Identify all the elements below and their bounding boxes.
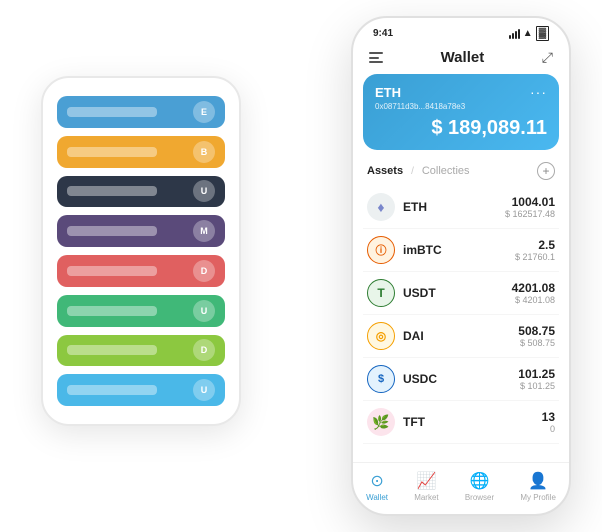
card-label	[67, 226, 157, 236]
eth-amount: 1004.01	[505, 195, 555, 209]
nav-wallet[interactable]: ⊙ Wallet	[366, 471, 388, 502]
card-icon: E	[193, 101, 215, 123]
market-nav-icon: 📈	[416, 471, 436, 491]
usdc-usd: $ 101.25	[518, 381, 555, 391]
tft-amount: 13	[542, 410, 555, 424]
card-label	[67, 147, 157, 157]
card-row[interactable]: U	[57, 295, 225, 327]
profile-nav-label: My Profile	[520, 493, 556, 502]
asset-item-tft[interactable]: 🌿 TFT 13 0	[363, 401, 559, 444]
asset-name-dai: DAI	[403, 329, 518, 343]
usdt-icon: T	[367, 279, 395, 307]
card-label	[67, 306, 157, 316]
asset-name-tft: TFT	[403, 415, 542, 429]
dai-usd: $ 508.75	[518, 338, 555, 348]
background-phone: E B U M D U D U	[41, 76, 241, 426]
asset-name-usdt: USDT	[403, 286, 512, 300]
imbtc-icon: ⓘ	[367, 236, 395, 264]
card-row[interactable]: U	[57, 176, 225, 208]
asset-amounts-dai: 508.75 $ 508.75	[518, 324, 555, 348]
status-time: 9:41	[373, 28, 393, 39]
card-row[interactable]: E	[57, 96, 225, 128]
status-icons: ▲ ▓	[509, 26, 549, 41]
nav-market[interactable]: 📈 Market	[414, 471, 438, 502]
tab-assets[interactable]: Assets	[367, 165, 403, 177]
asset-item-dai[interactable]: ◎ DAI 508.75 $ 508.75	[363, 315, 559, 358]
menu-icon[interactable]	[369, 52, 383, 63]
imbtc-usd: $ 21760.1	[515, 252, 555, 262]
expand-icon[interactable]: ⤢	[542, 49, 553, 66]
eth-balance: $ 189,089.11	[375, 117, 547, 140]
asset-item-eth[interactable]: ♦ ETH 1004.01 $ 162517.48	[363, 186, 559, 229]
card-icon: D	[193, 260, 215, 282]
tft-usd: 0	[542, 424, 555, 434]
tab-separator: /	[411, 166, 414, 177]
card-row[interactable]: B	[57, 136, 225, 168]
eth-usd: $ 162517.48	[505, 209, 555, 219]
signal-icon	[509, 29, 520, 39]
card-row[interactable]: U	[57, 374, 225, 406]
card-label	[67, 266, 157, 276]
browser-nav-label: Browser	[465, 493, 494, 502]
card-row[interactable]: M	[57, 215, 225, 247]
bottom-nav: ⊙ Wallet 📈 Market 🌐 Browser 👤 My Profile	[353, 462, 569, 514]
wallet-nav-label: Wallet	[366, 493, 388, 502]
nav-profile[interactable]: 👤 My Profile	[520, 471, 556, 502]
card-icon: B	[193, 141, 215, 163]
eth-card-label: ETH	[375, 85, 401, 100]
scene: E B U M D U D U	[21, 16, 581, 516]
imbtc-amount: 2.5	[515, 238, 555, 252]
tft-icon: 🌿	[367, 408, 395, 436]
page-title: Wallet	[441, 49, 485, 66]
phone-header: Wallet ⤢	[353, 45, 569, 74]
card-label	[67, 385, 157, 395]
eth-card-header: ETH ···	[375, 84, 547, 100]
wallet-nav-icon: ⊙	[370, 471, 383, 491]
asset-list: ♦ ETH 1004.01 $ 162517.48 ⓘ imBTC 2.5 $ …	[353, 186, 569, 462]
tab-collecties[interactable]: Collecties	[422, 165, 470, 177]
assets-header: Assets / Collecties +	[353, 158, 569, 186]
eth-card-menu[interactable]: ···	[530, 84, 547, 100]
asset-amounts-usdt: 4201.08 $ 4201.08	[512, 281, 555, 305]
status-bar: 9:41 ▲ ▓	[353, 18, 569, 45]
asset-item-imbtc[interactable]: ⓘ imBTC 2.5 $ 21760.1	[363, 229, 559, 272]
battery-icon: ▓	[536, 26, 549, 41]
usdt-amount: 4201.08	[512, 281, 555, 295]
dai-amount: 508.75	[518, 324, 555, 338]
eth-icon: ♦	[367, 193, 395, 221]
add-asset-button[interactable]: +	[537, 162, 555, 180]
card-icon: U	[193, 379, 215, 401]
foreground-phone: 9:41 ▲ ▓ Wallet ⤢	[351, 16, 571, 516]
card-label	[67, 345, 157, 355]
card-icon: U	[193, 180, 215, 202]
card-row[interactable]: D	[57, 335, 225, 367]
wifi-icon: ▲	[523, 28, 533, 39]
dai-icon: ◎	[367, 322, 395, 350]
market-nav-label: Market	[414, 493, 438, 502]
asset-name-imbtc: imBTC	[403, 243, 515, 257]
profile-nav-icon: 👤	[528, 471, 548, 491]
usdc-icon: $	[367, 365, 395, 393]
nav-browser[interactable]: 🌐 Browser	[465, 471, 494, 502]
asset-item-usdc[interactable]: $ USDC 101.25 $ 101.25	[363, 358, 559, 401]
usdt-usd: $ 4201.08	[512, 295, 555, 305]
card-row[interactable]: D	[57, 255, 225, 287]
assets-tabs: Assets / Collecties	[367, 165, 470, 177]
asset-name-eth: ETH	[403, 200, 505, 214]
asset-amounts-usdc: 101.25 $ 101.25	[518, 367, 555, 391]
asset-name-usdc: USDC	[403, 372, 518, 386]
card-label	[67, 107, 157, 117]
eth-address: 0x08711d3b...8418a78e3	[375, 102, 547, 111]
card-label	[67, 186, 157, 196]
eth-card[interactable]: ETH ··· 0x08711d3b...8418a78e3 $ 189,089…	[363, 74, 559, 150]
asset-amounts-eth: 1004.01 $ 162517.48	[505, 195, 555, 219]
asset-amounts-tft: 13 0	[542, 410, 555, 434]
asset-amounts-imbtc: 2.5 $ 21760.1	[515, 238, 555, 262]
card-icon: D	[193, 339, 215, 361]
card-icon: U	[193, 300, 215, 322]
asset-item-usdt[interactable]: T USDT 4201.08 $ 4201.08	[363, 272, 559, 315]
usdc-amount: 101.25	[518, 367, 555, 381]
card-icon: M	[193, 220, 215, 242]
browser-nav-icon: 🌐	[470, 471, 490, 491]
